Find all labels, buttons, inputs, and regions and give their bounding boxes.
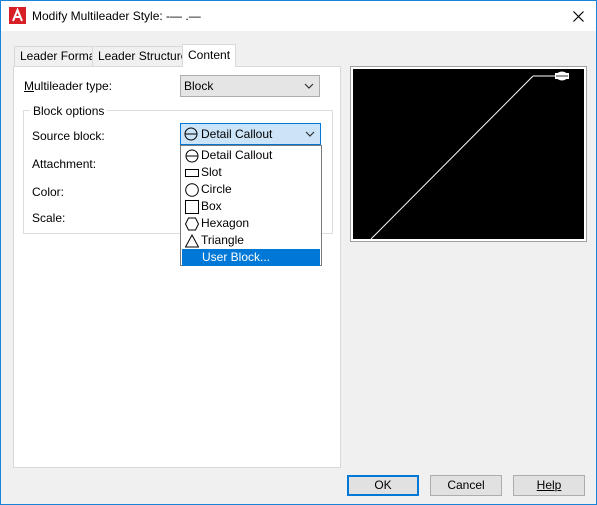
option-user-block[interactable]: User Block... (182, 249, 320, 266)
option-label: Triangle (201, 233, 244, 247)
modify-multileader-style-dialog: Modify Multileader Style: -— .— Leader F… (0, 0, 597, 505)
detail-callout-icon (184, 127, 198, 141)
scale-label: Scale: (32, 211, 66, 225)
source-block-label: Source block: (32, 129, 105, 143)
source-block-dropdown-list: Detail Callout Slot Circle Box Hexagon T… (180, 145, 322, 266)
option-label: User Block... (202, 250, 271, 264)
ok-button[interactable]: OK (347, 475, 419, 496)
multileader-type-label-rest: ultileader type: (34, 79, 113, 93)
attachment-label: Attachment: (32, 157, 97, 171)
tab-label: Content (188, 48, 231, 62)
close-icon (573, 10, 584, 22)
tab-label: Leader Format (20, 49, 99, 63)
chevron-down-icon (305, 131, 315, 137)
box-icon (185, 200, 199, 214)
help-button-label: Help (536, 478, 562, 492)
source-block-label-text: Source block: (32, 129, 105, 143)
option-slot[interactable]: Slot (182, 164, 320, 181)
option-hexagon[interactable]: Hexagon (182, 215, 320, 232)
block-options-label: Block options (30, 104, 108, 118)
option-label: Detail Callout (201, 148, 273, 162)
tab-leader-structure[interactable]: Leader Structure (92, 46, 194, 66)
autocad-app-icon (9, 7, 26, 24)
option-label: Circle (201, 182, 232, 196)
option-label: Box (201, 199, 222, 213)
hexagon-icon (185, 217, 199, 231)
multileader-type-select[interactable]: Block (180, 75, 320, 97)
multileader-type-value: Block (184, 79, 214, 93)
slot-icon (185, 169, 199, 177)
title-bar[interactable]: Modify Multileader Style: -— .— (1, 1, 596, 31)
preview-canvas (353, 69, 584, 239)
help-button[interactable]: Help (513, 475, 585, 496)
option-box[interactable]: Box (182, 198, 320, 215)
tab-content[interactable]: Content (182, 44, 237, 67)
option-circle[interactable]: Circle (182, 181, 320, 198)
chevron-down-icon (304, 83, 314, 89)
close-button[interactable] (561, 1, 596, 31)
option-detail-callout[interactable]: Detail Callout (182, 147, 320, 164)
option-triangle[interactable]: Triangle (182, 232, 320, 249)
color-label: Color: (32, 185, 65, 199)
multileader-type-label: Multileader type: (24, 79, 113, 93)
detail-callout-icon (185, 149, 199, 163)
option-label: Slot (201, 165, 222, 179)
triangle-icon (185, 234, 199, 248)
source-block-value: Detail Callout (201, 127, 273, 141)
option-label: Hexagon (201, 216, 250, 230)
tab-label: Leader Structure (98, 49, 188, 63)
cancel-button[interactable]: Cancel (430, 475, 502, 496)
source-block-select[interactable]: Detail Callout (180, 123, 321, 145)
multileader-preview (350, 66, 587, 242)
window-title: Modify Multileader Style: -— .— (32, 9, 201, 23)
circle-icon (185, 183, 199, 197)
